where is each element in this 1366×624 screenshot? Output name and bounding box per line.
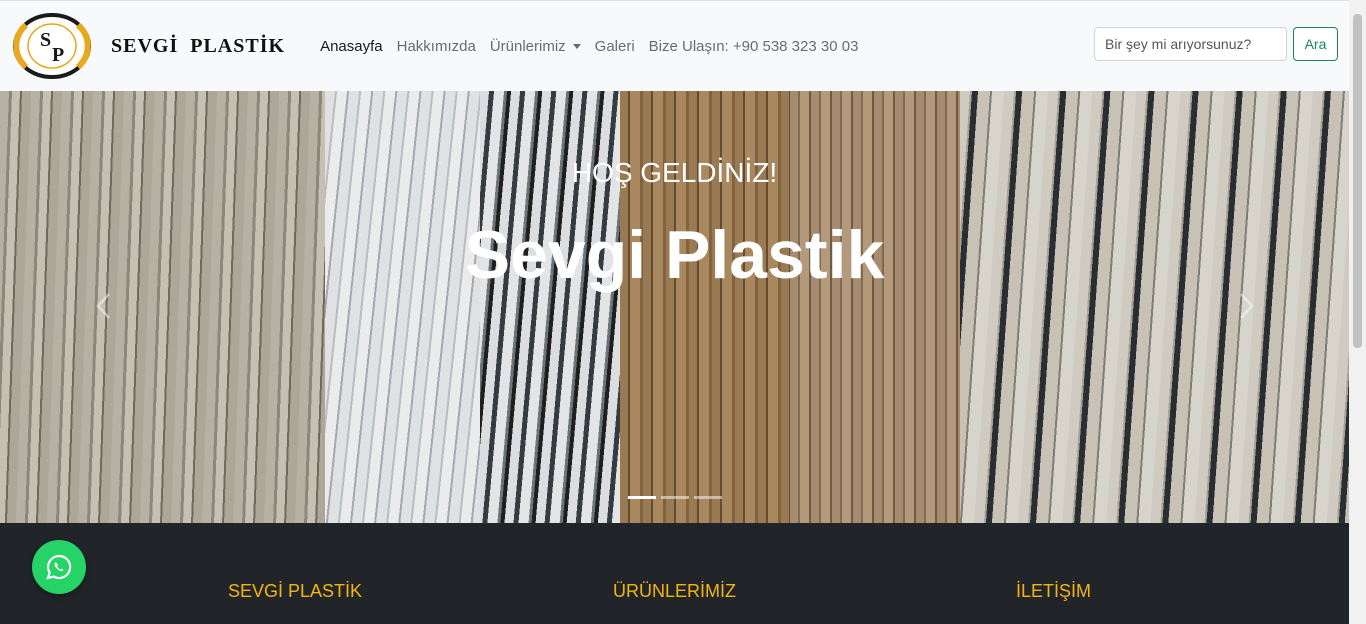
- nav-item-label: Bize Ulaşın: +90 538 323 30 03: [648, 37, 859, 55]
- brand-name: SEVGİ PLASTİK: [111, 34, 286, 57]
- nav-item-about[interactable]: Hakkımızda: [390, 38, 483, 55]
- carousel-indicator-1[interactable]: [627, 496, 656, 499]
- nav-item-label: Anasayfa: [320, 37, 383, 55]
- logo-letter-s: S: [40, 29, 51, 51]
- carousel-indicator-2[interactable]: [660, 496, 689, 499]
- chevron-left-icon: [96, 293, 110, 319]
- carousel-indicators: [0, 496, 1349, 499]
- nav-item-gallery[interactable]: Galeri: [588, 38, 642, 55]
- nav-item-label: Hakkımızda: [396, 37, 476, 55]
- hero-carousel: HOŞ GELDİNİZ! Sevgi Plastik: [0, 91, 1349, 523]
- caret-down-icon: [572, 43, 581, 49]
- search-form: Ara: [1094, 27, 1338, 61]
- logo-letter-p: P: [52, 44, 64, 66]
- search-button[interactable]: Ara: [1293, 27, 1338, 61]
- chevron-right-icon: [1240, 293, 1254, 319]
- nav-item-contact[interactable]: Bize Ulaşın: +90 538 323 30 03: [642, 38, 866, 55]
- nav-item-home[interactable]: Anasayfa: [313, 38, 390, 55]
- nav-item-label: Ürünlerimiz: [489, 37, 566, 55]
- logo-icon: S P: [13, 13, 91, 79]
- hero-subtitle: HOŞ GELDİNİZ!: [571, 157, 778, 188]
- hero-title: Sevgi Plastik: [464, 217, 885, 293]
- nav-item-label: Galeri: [594, 37, 635, 55]
- carousel-prev-button[interactable]: [88, 291, 118, 321]
- footer: SEVGİ PLASTİK ÜRÜNLERİMİZ İLETİŞİM: [0, 523, 1349, 624]
- nav-item-products-dropdown[interactable]: Ürünlerimiz: [483, 38, 588, 55]
- footer-heading-products: ÜRÜNLERİMİZ: [613, 581, 737, 601]
- carousel-next-button[interactable]: [1232, 291, 1262, 321]
- whatsapp-icon: [46, 554, 72, 580]
- footer-heading-contact: İLETİŞİM: [1016, 581, 1092, 601]
- hero-background-image: [0, 91, 1349, 523]
- brand-link[interactable]: S P SEVGİ PLASTİK: [12, 13, 285, 79]
- search-input[interactable]: [1094, 27, 1287, 61]
- main-nav: Anasayfa Hakkımızda Ürünlerimiz Galeri B…: [313, 38, 865, 55]
- whatsapp-button[interactable]: [32, 540, 86, 594]
- footer-heading-company: SEVGİ PLASTİK: [228, 581, 363, 601]
- page-scrollbar[interactable]: [1349, 0, 1366, 624]
- top-navbar: S P SEVGİ PLASTİK Anasayfa Hakkımızda Ür…: [0, 0, 1349, 91]
- scrollbar-thumb[interactable]: [1353, 14, 1362, 348]
- carousel-indicator-3[interactable]: [693, 496, 722, 499]
